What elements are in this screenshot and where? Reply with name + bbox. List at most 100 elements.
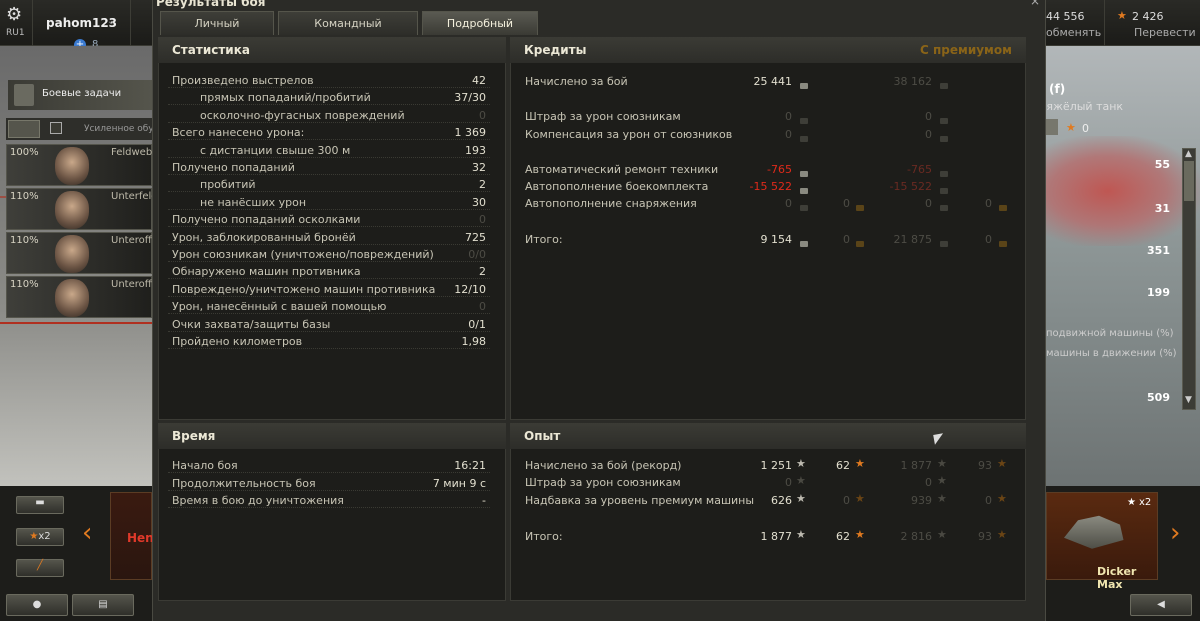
notifications-button[interactable]: ◀ xyxy=(1130,594,1192,616)
stat-label: Получено попаданий xyxy=(172,161,295,174)
checkbox-icon[interactable] xyxy=(50,122,62,134)
premium-credits-value: 0 xyxy=(925,128,932,141)
credit-coin-icon xyxy=(796,237,808,250)
xp-multiplier: x2 xyxy=(38,531,51,542)
tank-card-dicker-max[interactable]: ★ x2 Dicker Max xyxy=(1046,492,1158,591)
stat-value: 199 xyxy=(1147,286,1170,299)
credit-coin-icon xyxy=(796,201,808,214)
stat-value: 509 xyxy=(1147,391,1170,404)
premium-xp-value: 0 xyxy=(925,476,932,489)
crew-training-label: Усиленное обучение xyxy=(84,124,154,134)
chat-button[interactable]: ▤ xyxy=(72,594,134,616)
crew-member[interactable]: 110% Unteroffizier xyxy=(6,276,173,318)
star-icon: ★ xyxy=(29,531,39,542)
stat-label: Обнаружено машин противника xyxy=(172,265,361,279)
crew-member[interactable]: 110% Unterfeldwebel xyxy=(6,188,187,230)
exchange-link[interactable]: обменять xyxy=(1046,26,1101,39)
premium-xp-value: 1 877 xyxy=(900,459,933,472)
credit-coin-icon xyxy=(936,201,948,214)
credits-value: -765 xyxy=(767,163,792,176)
premium-credits-value: -15 522 xyxy=(889,180,932,193)
profile-button[interactable]: ● xyxy=(6,594,68,616)
free-xp-value: 0 xyxy=(843,494,850,507)
missions-button[interactable]: Боевые задачи xyxy=(8,80,152,110)
stat-label: Урон, нанесённый с вашей помощью xyxy=(172,300,387,314)
premium-credits-value: 0 xyxy=(925,110,932,123)
tank-card[interactable]: Hen xyxy=(110,492,154,580)
stat-label: прямых попаданий/пробитий xyxy=(200,91,371,105)
credits-label: Штраф за урон союзникам xyxy=(525,110,681,123)
crew-member[interactable]: 110% Unteroffizier xyxy=(6,232,173,274)
crew-icon[interactable] xyxy=(8,120,40,138)
time-label: Время в бою до уничтожения xyxy=(172,494,344,507)
experience-label: Начислено за бой (рекорд) xyxy=(525,459,682,472)
stat-line: подвижной машины (%) xyxy=(1046,328,1174,339)
credit-coin-icon xyxy=(796,79,808,92)
tank-filter-button[interactable]: ▬ xyxy=(16,496,64,514)
tab-detailed[interactable]: Подробный отчёт xyxy=(422,11,538,54)
chevron-down-icon[interactable]: ▼ xyxy=(1185,395,1192,405)
chevron-left-icon[interactable]: ‹ xyxy=(82,518,92,548)
stripe-icon: ╱ xyxy=(36,560,44,571)
crew-toolbar: Усиленное обучение xyxy=(6,118,154,140)
missions-icon xyxy=(14,84,34,106)
xp-star-icon: ★ xyxy=(796,492,806,505)
stat-value: 12/10 xyxy=(454,282,486,296)
tank-card-label: Hen xyxy=(127,531,154,545)
stat-value: 0 xyxy=(479,213,486,227)
crew-percent: 110% xyxy=(10,235,39,246)
xp-star-icon: ★ xyxy=(937,492,947,505)
xp-star-icon: ★ xyxy=(937,457,947,470)
star-icon: ★ xyxy=(1127,497,1136,508)
experience-label: Итого: xyxy=(525,530,563,543)
xp-star-icon: ★ xyxy=(796,528,806,541)
mouse-cursor-icon xyxy=(933,433,945,445)
stat-value: 0/1 xyxy=(468,317,486,331)
stat-value: 0 xyxy=(479,300,486,314)
tab-personal[interactable]: Личный результат xyxy=(160,11,274,54)
credits-value: 0 xyxy=(785,197,792,210)
crew-percent: 110% xyxy=(10,279,39,290)
server-label: RU1 xyxy=(6,28,25,38)
credit-coin-icon xyxy=(936,132,948,145)
credit-coin-icon xyxy=(936,79,948,92)
gold-star-icon: ★ xyxy=(1117,9,1127,22)
crew-member[interactable]: 100% Feldwebel xyxy=(6,144,161,186)
crew-percent: 110% xyxy=(10,191,39,202)
tank-type: тяжёлый танк xyxy=(1040,100,1124,113)
tank-slot-box[interactable] xyxy=(1046,119,1058,135)
tank-name: Dicker Max xyxy=(1097,565,1137,591)
sort-button[interactable]: ╱ xyxy=(16,559,64,577)
flag-decoration xyxy=(1046,136,1200,246)
xp-star-icon: ★ xyxy=(796,474,806,487)
premium-credits-value: 38 162 xyxy=(893,75,933,88)
crew-portrait xyxy=(55,279,89,317)
chevron-up-icon[interactable]: ▲ xyxy=(1185,149,1192,159)
experience-panel xyxy=(510,423,1026,601)
credits-value: -15 522 xyxy=(749,180,792,193)
scroll-thumb[interactable] xyxy=(1184,161,1194,201)
credit-coin-icon xyxy=(796,132,808,145)
premium-credits-value: 0 xyxy=(925,197,932,210)
dialog-title: Результаты боя xyxy=(156,0,266,9)
premium-credits-value: 21 875 xyxy=(893,233,933,246)
tab-team[interactable]: Командный результат xyxy=(278,11,418,54)
free-xp-star-icon: ★ xyxy=(997,457,1007,470)
stat-value: 193 xyxy=(465,143,486,157)
time-value: 16:21 xyxy=(454,459,486,472)
transfer-link[interactable]: Перевести xyxy=(1134,26,1196,39)
stat-label: Произведено выстрелов xyxy=(172,74,314,87)
scrollbar[interactable]: ▲ ▼ xyxy=(1182,148,1196,410)
settings-gear-icon[interactable]: ⚙ xyxy=(6,6,24,24)
chevron-down-icon[interactable]: ⌄ xyxy=(107,16,115,27)
premium-gold-value: 0 xyxy=(985,233,992,246)
xp-filter-button[interactable]: ★x2 xyxy=(16,528,64,546)
stat-value: 1,98 xyxy=(461,335,487,348)
credits-value: 25 441 xyxy=(753,75,793,88)
gold-coin-icon xyxy=(995,201,1007,214)
close-icon[interactable]: × xyxy=(1030,0,1040,8)
chevron-right-icon[interactable]: › xyxy=(1170,518,1180,548)
missions-label: Боевые задачи xyxy=(42,88,122,99)
credit-coin-icon xyxy=(796,167,808,180)
credits-label: Автопополнение снаряжения xyxy=(525,197,697,210)
